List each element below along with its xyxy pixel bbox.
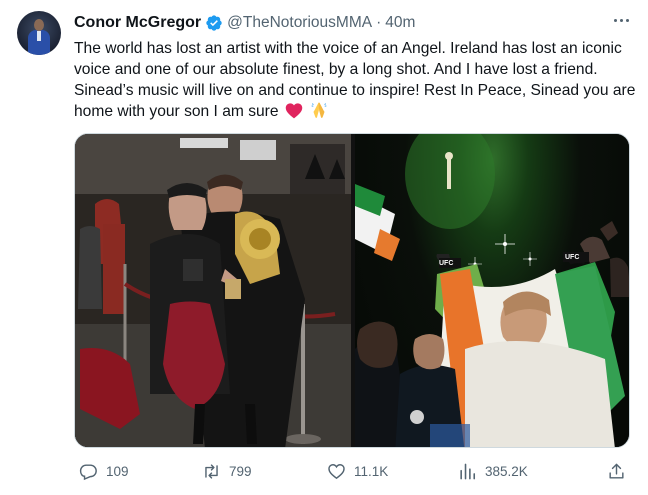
photo-right[interactable]: UFC UFC (355, 134, 629, 447)
more-options-icon[interactable] (609, 10, 633, 30)
views-chart-icon (460, 463, 476, 480)
heart-icon (328, 464, 345, 480)
action-bar: 109 799 11.1K 385.2K (0, 452, 648, 492)
red-heart-icon (285, 102, 303, 125)
author-name[interactable]: Conor McGregor (74, 14, 201, 32)
share-icon (609, 463, 624, 479)
ufc-label-left: UFC (439, 260, 453, 267)
reply-count: 109 (106, 464, 129, 479)
views-button[interactable]: 385.2K (458, 462, 528, 481)
avatar[interactable] (17, 11, 61, 55)
avatar-shirt (37, 31, 41, 41)
retweet-icon (205, 464, 218, 479)
verified-badge-icon (205, 14, 223, 32)
author-handle[interactable]: @TheNotoriousMMA (227, 14, 372, 32)
share-button[interactable] (607, 462, 626, 481)
folded-hands-icon (309, 101, 329, 125)
ufc-label-right: UFC (565, 254, 579, 261)
retweet-button[interactable]: 799 (202, 462, 252, 481)
tweet-card: Conor McGregor @TheNotoriousMMA · 40m Th… (0, 0, 648, 495)
media-grid: UFC UFC (74, 133, 630, 448)
reply-icon (79, 464, 97, 481)
reply-button[interactable]: 109 (79, 462, 129, 481)
retweet-count: 799 (229, 464, 252, 479)
svg-text:UFC: UFC (565, 254, 579, 261)
tweet-body: The world has lost an artist with the vo… (74, 40, 636, 120)
view-count: 385.2K (485, 464, 528, 479)
separator-dot: · (376, 14, 382, 31)
tweet-header: Conor McGregor @TheNotoriousMMA · 40m (74, 13, 415, 33)
tweet-time[interactable]: 40m (385, 14, 415, 32)
photo-left[interactable] (75, 134, 351, 447)
like-button[interactable]: 11.1K (327, 462, 388, 481)
tweet-text: The world has lost an artist with the vo… (74, 38, 639, 125)
svg-text:UFC: UFC (439, 260, 453, 267)
like-count: 11.1K (354, 464, 389, 479)
avatar-head (34, 19, 44, 31)
